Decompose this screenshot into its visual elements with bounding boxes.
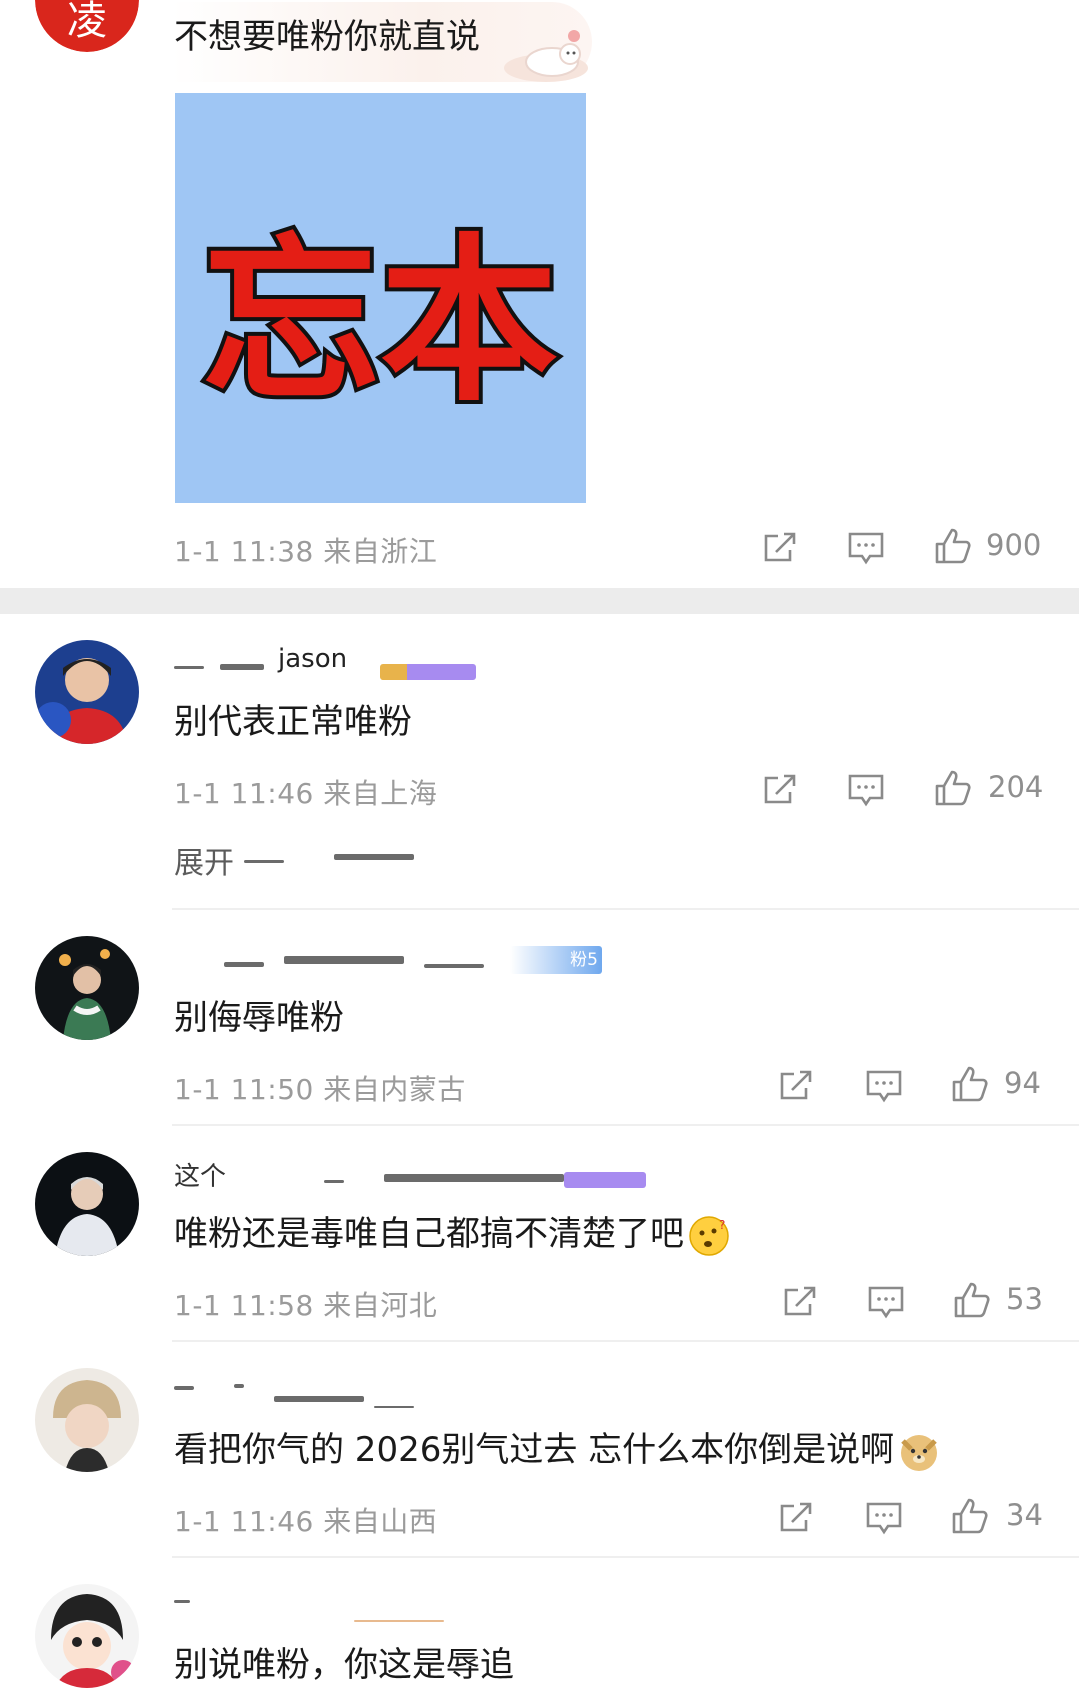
like-count: 94 xyxy=(1004,1066,1041,1100)
reply-preview-text: 展开 xyxy=(174,846,234,881)
fan-badge xyxy=(380,664,476,680)
svg-text:?: ? xyxy=(719,1218,725,1232)
comment-text: 唯粉还是毒唯自己都搞不清楚了吧 ? xyxy=(174,1214,730,1257)
like-icon[interactable] xyxy=(950,1064,990,1104)
like-icon[interactable] xyxy=(933,526,973,566)
avatar[interactable] xyxy=(35,640,139,744)
comment-icon[interactable] xyxy=(864,1498,904,1538)
comment-image[interactable]: 忘本 xyxy=(175,93,586,503)
avatar[interactable] xyxy=(35,1152,139,1256)
fan-badge: 粉5 xyxy=(510,946,602,974)
comment-meta: 1-1 11:58 来自河北 xyxy=(174,1289,438,1322)
share-icon[interactable] xyxy=(776,1066,816,1106)
comment-text-content: 看把你气的 2026别气过去 忘什么本你倒是说啊 xyxy=(174,1430,895,1470)
username[interactable] xyxy=(174,1374,414,1408)
comment-icon[interactable] xyxy=(846,770,886,810)
like-count: 900 xyxy=(986,528,1042,562)
avatar[interactable] xyxy=(35,936,139,1040)
comment-meta: 1-1 11:46 来自上海 xyxy=(174,777,438,810)
comment-icon[interactable] xyxy=(846,528,886,568)
thinking-emoji-icon: ? xyxy=(688,1215,730,1257)
comment-text: 不想要唯粉你就直说 xyxy=(174,17,480,57)
username[interactable]: jason xyxy=(174,644,384,680)
comment-meta: 1-1 11:38 来自浙江 xyxy=(174,535,438,568)
like-icon[interactable] xyxy=(933,768,973,808)
avatar[interactable] xyxy=(35,1368,139,1472)
like-count: 204 xyxy=(988,770,1044,804)
comment-meta: 1-1 11:50 来自内蒙古 xyxy=(174,1073,466,1106)
comment-text: 别侮辱唯粉 xyxy=(174,998,344,1038)
comment-icon[interactable] xyxy=(864,1066,904,1106)
avatar[interactable] xyxy=(35,1584,139,1688)
avatar[interactable]: 凌 xyxy=(35,0,139,52)
share-icon[interactable] xyxy=(760,528,800,568)
divider xyxy=(172,1124,1079,1126)
comment-text: 看把你气的 2026别气过去 忘什么本你倒是说啊 xyxy=(174,1430,940,1473)
divider xyxy=(172,1556,1079,1558)
like-icon[interactable] xyxy=(952,1280,992,1320)
avatar-char: 凌 xyxy=(67,0,107,44)
doge-emoji-icon xyxy=(898,1431,940,1473)
divider xyxy=(172,908,1079,910)
share-icon[interactable] xyxy=(776,1498,816,1538)
reply-preview[interactable]: 展开 xyxy=(174,838,474,881)
comment-text-content: 唯粉还是毒唯自己都搞不清楚了吧 xyxy=(174,1214,684,1254)
share-icon[interactable] xyxy=(760,770,800,810)
image-caption: 忘本 xyxy=(202,218,558,425)
username-text: 这个 xyxy=(174,1162,227,1192)
username[interactable] xyxy=(174,1592,454,1622)
username[interactable] xyxy=(174,946,524,976)
username-text: jason xyxy=(278,644,348,674)
comment-icon[interactable] xyxy=(866,1282,906,1322)
fan-badge xyxy=(564,1172,646,1188)
like-count: 34 xyxy=(1006,1498,1043,1532)
section-divider xyxy=(0,588,1079,614)
like-count: 53 xyxy=(1006,1282,1043,1316)
divider xyxy=(172,1340,1079,1342)
comment-meta: 1-1 11:46 来自山西 xyxy=(174,1505,438,1538)
share-icon[interactable] xyxy=(780,1282,820,1322)
cat-sticker-icon xyxy=(504,30,588,82)
comment-text: 别说唯粉，你这是辱追 xyxy=(174,1645,514,1685)
comment-text: 别代表正常唯粉 xyxy=(174,702,412,742)
like-icon[interactable] xyxy=(950,1496,990,1536)
